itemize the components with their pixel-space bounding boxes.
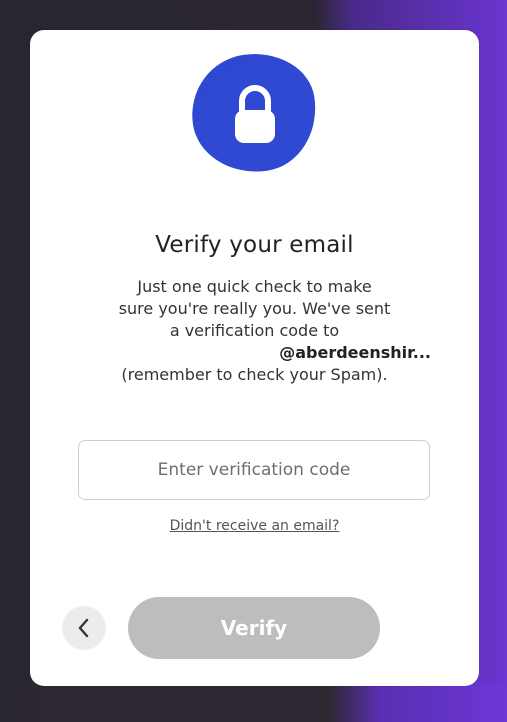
dialog-description: Just one quick check to make sure you're…: [60, 276, 449, 386]
chevron-left-icon: [78, 618, 89, 638]
verification-code-input[interactable]: [78, 440, 430, 500]
dialog-title: Verify your email: [155, 232, 354, 258]
description-line: sure you're really you. We've sent: [118, 299, 391, 318]
description-line: Just one quick check to make: [137, 277, 372, 296]
back-button[interactable]: [62, 606, 106, 650]
description-line: a verification code to: [169, 321, 340, 340]
email-address: @aberdeenshir...: [279, 343, 431, 362]
resend-email-link[interactable]: Didn't receive an email?: [30, 518, 479, 534]
verify-button[interactable]: Verify: [128, 597, 380, 659]
lock-icon: [235, 85, 275, 143]
backdrop: [0, 682, 507, 722]
spam-note: (remember to check your Spam).: [121, 365, 388, 384]
